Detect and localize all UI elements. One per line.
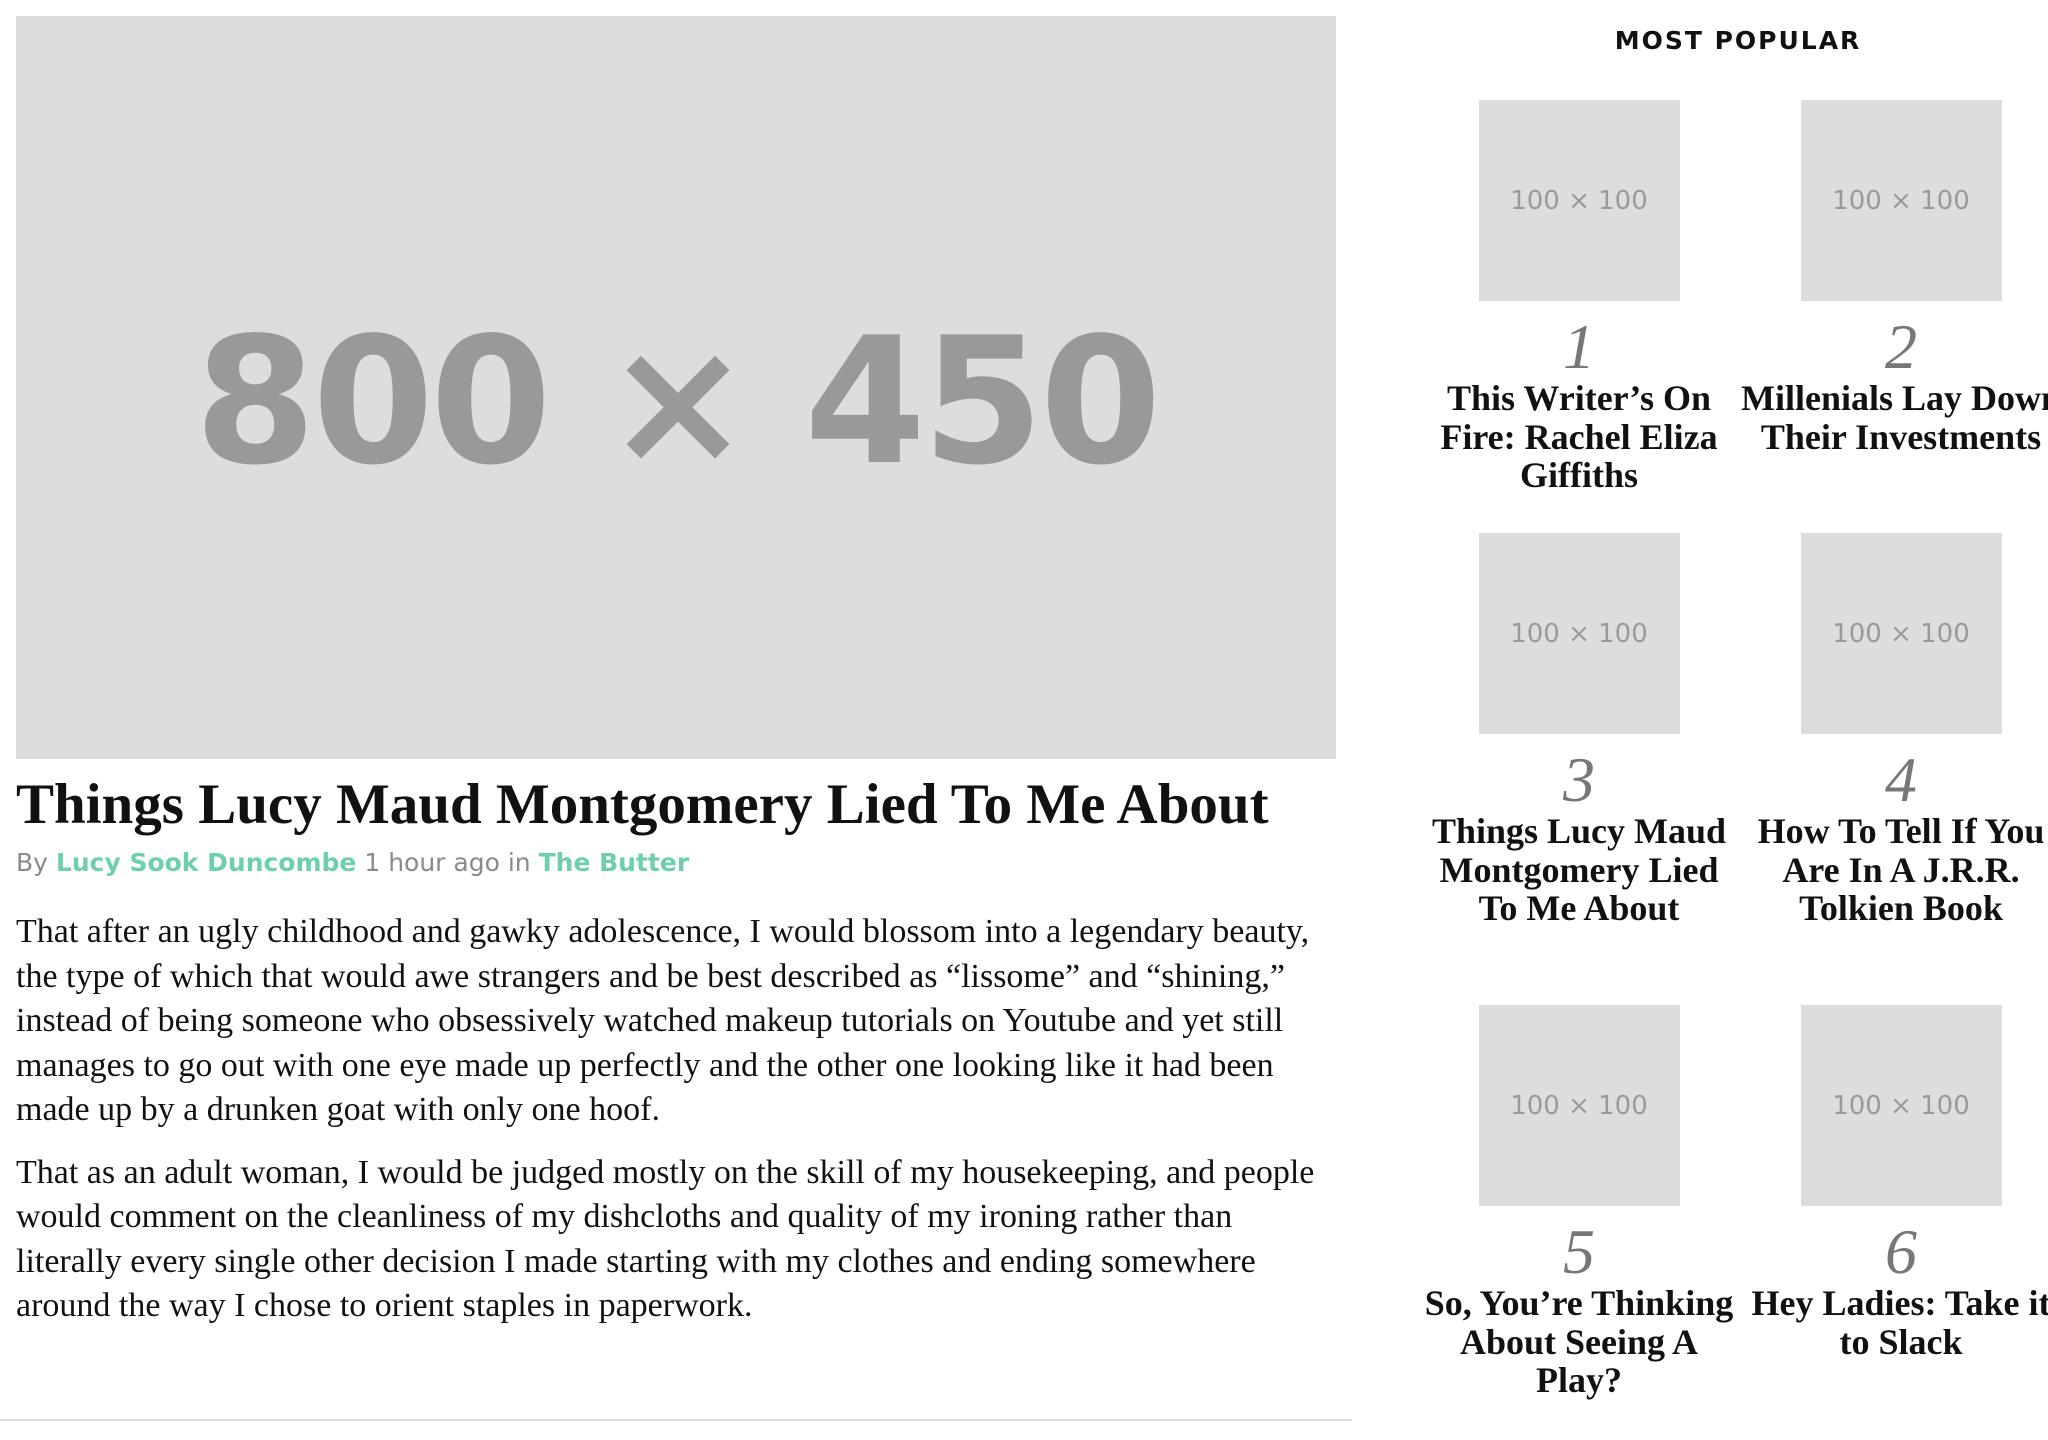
most-popular-sidebar: MOST POPULAR 100 × 100 1 This Writer’s O…	[1418, 0, 2048, 1440]
popular-thumbnail[interactable]: 100 × 100	[1800, 1005, 2002, 1206]
popular-rank: 6	[1885, 1216, 1917, 1287]
category-link[interactable]: The Butter	[539, 848, 690, 877]
popular-title[interactable]: Hey Ladies: Take it to Slack	[1740, 1284, 2048, 1361]
popular-rank: 1	[1563, 311, 1595, 382]
popular-title[interactable]: Millenials Lay Down Their Investments	[1740, 379, 2048, 456]
popular-title[interactable]: Things Lucy Maud Montgomery Lied To Me A…	[1418, 812, 1740, 928]
byline-by: By	[16, 848, 48, 877]
article-title[interactable]: Things Lucy Maud Montgomery Lied To Me A…	[16, 770, 1336, 840]
byline: By Lucy Sook Duncombe 1 hour ago in The …	[16, 848, 689, 877]
popular-rank: 3	[1563, 744, 1595, 815]
popular-item-1[interactable]: 100 × 100 1 This Writer’s On Fire: Rache…	[1418, 100, 1740, 495]
byline-in: in	[507, 848, 531, 877]
popular-thumbnail[interactable]: 100 × 100	[1478, 100, 1680, 301]
popular-thumbnail[interactable]: 100 × 100	[1800, 100, 2002, 301]
popular-rank: 2	[1885, 311, 1917, 382]
article-paragraph: That after an ugly childhood and gawky a…	[16, 913, 1310, 1128]
popular-item-4[interactable]: 100 × 100 4 How To Tell If You Are In A …	[1740, 533, 2048, 928]
popular-rank: 4	[1885, 744, 1917, 815]
hero-image-placeholder-label: 800 × 450	[194, 301, 1161, 504]
popular-thumbnail[interactable]: 100 × 100	[1478, 533, 1680, 734]
popular-title[interactable]: How To Tell If You Are In A J.R.R. Tolki…	[1740, 812, 2048, 928]
byline-time: 1 hour ago	[364, 848, 500, 877]
hero-image[interactable]: 800 × 450	[16, 16, 1336, 759]
popular-item-3[interactable]: 100 × 100 3 Things Lucy Maud Montgomery …	[1418, 533, 1740, 928]
article-body: That after an ugly childhood and gawky a…	[16, 910, 1346, 1347]
article-paragraph: That as an adult woman, I would be judge…	[16, 1153, 1315, 1325]
popular-title[interactable]: This Writer’s On Fire: Rachel Eliza Giff…	[1418, 379, 1740, 495]
popular-thumbnail[interactable]: 100 × 100	[1478, 1005, 1680, 1206]
popular-item-5[interactable]: 100 × 100 5 So, You’re Thinking About Se…	[1418, 1005, 1740, 1400]
popular-item-2[interactable]: 100 × 100 2 Millenials Lay Down Their In…	[1740, 100, 2048, 456]
sidebar-heading: MOST POPULAR	[1614, 26, 1862, 55]
popular-rank: 5	[1563, 1216, 1595, 1287]
popular-title[interactable]: So, You’re Thinking About Seeing A Play?	[1418, 1284, 1740, 1400]
divider	[0, 1419, 1352, 1421]
popular-item-6[interactable]: 100 × 100 6 Hey Ladies: Take it to Slack	[1740, 1005, 2048, 1361]
author-link[interactable]: Lucy Sook Duncombe	[56, 848, 356, 877]
popular-thumbnail[interactable]: 100 × 100	[1800, 533, 2002, 734]
